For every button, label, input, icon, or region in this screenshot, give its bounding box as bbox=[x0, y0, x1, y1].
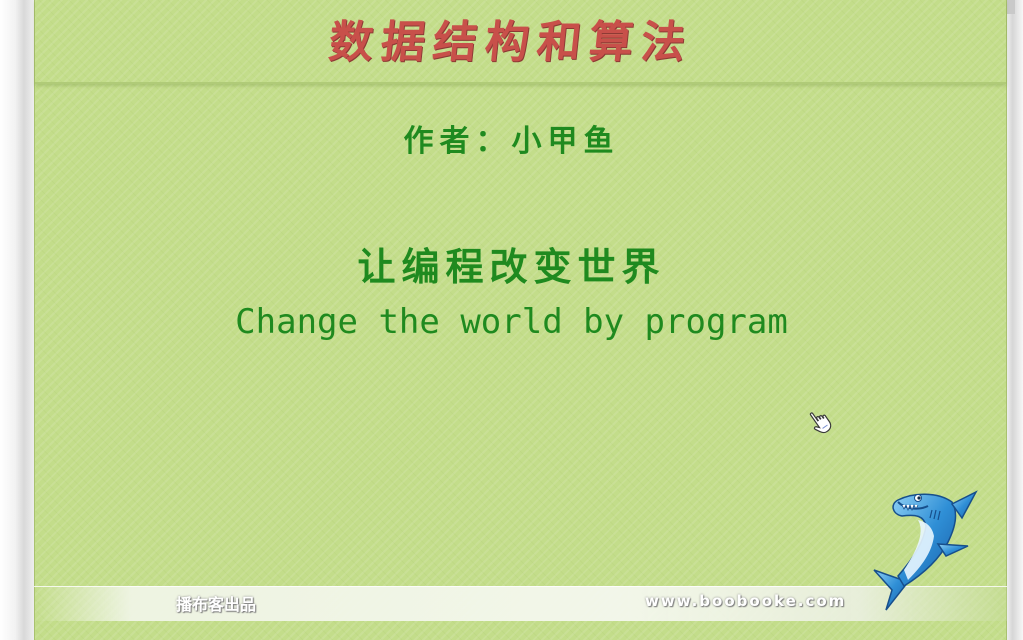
shark-mascot-icon bbox=[873, 490, 978, 611]
hand-pointer-icon bbox=[809, 412, 832, 434]
footer-website: www.boobooke.com bbox=[645, 592, 847, 610]
slogan-english: Change the world by program bbox=[235, 302, 788, 342]
slogan-chinese: 让编程改变世界 bbox=[357, 244, 666, 289]
footer-publisher: 播布客出品 bbox=[176, 595, 257, 614]
author-line: 作者：小甲鱼 bbox=[403, 124, 620, 159]
slide-title: 数据结构和算法 bbox=[326, 17, 696, 68]
